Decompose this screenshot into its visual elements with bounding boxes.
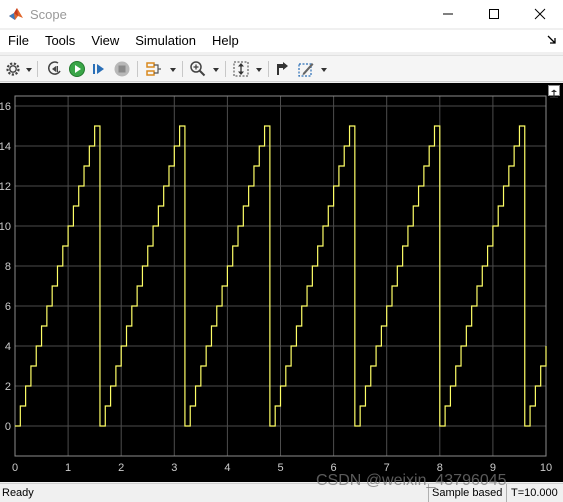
toolbar	[0, 55, 563, 82]
step-forward-button[interactable]	[89, 59, 109, 79]
toolbar-separator	[182, 61, 183, 77]
signal-selector-button[interactable]	[144, 59, 164, 79]
settings-icon	[6, 62, 20, 76]
y-tick-label: 8	[5, 261, 11, 273]
y-tick-label: 0	[5, 421, 11, 433]
autoscale-icon	[233, 61, 249, 77]
x-tick-label: 0	[12, 462, 18, 474]
menu-view[interactable]: View	[83, 30, 127, 52]
signal-selector-dropdown[interactable]	[170, 68, 176, 72]
toolbar-separator	[137, 61, 138, 77]
zoom-dropdown[interactable]	[213, 68, 219, 72]
maximize-icon	[489, 9, 499, 19]
x-tick-label: 3	[171, 462, 177, 474]
close-button[interactable]	[517, 0, 563, 28]
style-button[interactable]	[296, 59, 316, 79]
y-tick-labels: 0 2 4 6 8 10 12 14 16	[0, 101, 11, 433]
menu-help[interactable]: Help	[204, 30, 247, 52]
run-button[interactable]	[67, 59, 87, 79]
settings-dropdown[interactable]	[26, 68, 32, 72]
matlab-icon	[9, 8, 23, 20]
stop-icon	[114, 61, 130, 77]
title-bar: Scope	[0, 0, 563, 28]
zoom-button[interactable]	[188, 59, 208, 79]
x-tick-label: 10	[540, 462, 552, 474]
autoscale-button[interactable]	[231, 59, 251, 79]
menu-tools[interactable]: Tools	[37, 30, 83, 52]
menu-simulation[interactable]: Simulation	[127, 30, 204, 52]
y-tick-label: 2	[5, 381, 11, 393]
y-tick-label: 6	[5, 301, 11, 313]
x-tick-label: 5	[277, 462, 283, 474]
highlight-button[interactable]	[273, 59, 293, 79]
y-tick-label: 10	[0, 221, 11, 233]
run-icon	[69, 61, 85, 77]
menu-bar: File Tools View Simulation Help	[0, 30, 563, 52]
minimize-button[interactable]	[425, 0, 471, 28]
style-icon	[298, 63, 314, 77]
zoom-icon	[190, 61, 206, 77]
toolbar-separator	[268, 61, 269, 77]
menu-file[interactable]: File	[0, 30, 37, 52]
maximize-button[interactable]	[471, 0, 517, 28]
step-back-button[interactable]	[45, 59, 65, 79]
x-tick-label: 4	[224, 462, 230, 474]
stop-button[interactable]	[112, 59, 132, 79]
y-tick-label: 16	[0, 101, 11, 113]
scope-plot-area: 0 2 4 6 8 10 12 14 16 0 1 2 3 4 5 6 7 8 9 10	[0, 83, 563, 482]
minimize-icon	[443, 13, 453, 15]
autoscale-dropdown[interactable]	[256, 68, 262, 72]
status-ready: Ready	[2, 487, 34, 499]
status-sim-time: T=10.000	[506, 484, 563, 502]
settings-button[interactable]	[3, 59, 23, 79]
x-tick-label: 2	[118, 462, 124, 474]
y-tick-label: 4	[5, 341, 11, 353]
style-dropdown[interactable]	[321, 68, 327, 72]
step-forward-icon	[93, 64, 104, 74]
watermark: CSDN @weixin_43796045	[316, 472, 507, 489]
signal-selector-icon	[146, 62, 161, 76]
y-tick-label: 12	[0, 181, 11, 193]
toolbar-separator	[225, 61, 226, 77]
close-icon	[534, 8, 546, 20]
step-back-icon	[48, 61, 61, 75]
toolbar-separator	[37, 61, 38, 77]
highlight-icon	[277, 62, 288, 75]
undock-button[interactable]	[548, 85, 560, 98]
window-title: Scope	[30, 6, 67, 22]
scope-chart[interactable]: 0246810121416 0 1 2 3 4 5 6 7 8 9 10	[0, 83, 563, 482]
dock-arrow-icon[interactable]	[547, 34, 557, 46]
expand-icon	[550, 89, 558, 98]
x-tick-label: 1	[65, 462, 71, 474]
y-tick-label: 14	[0, 141, 11, 153]
